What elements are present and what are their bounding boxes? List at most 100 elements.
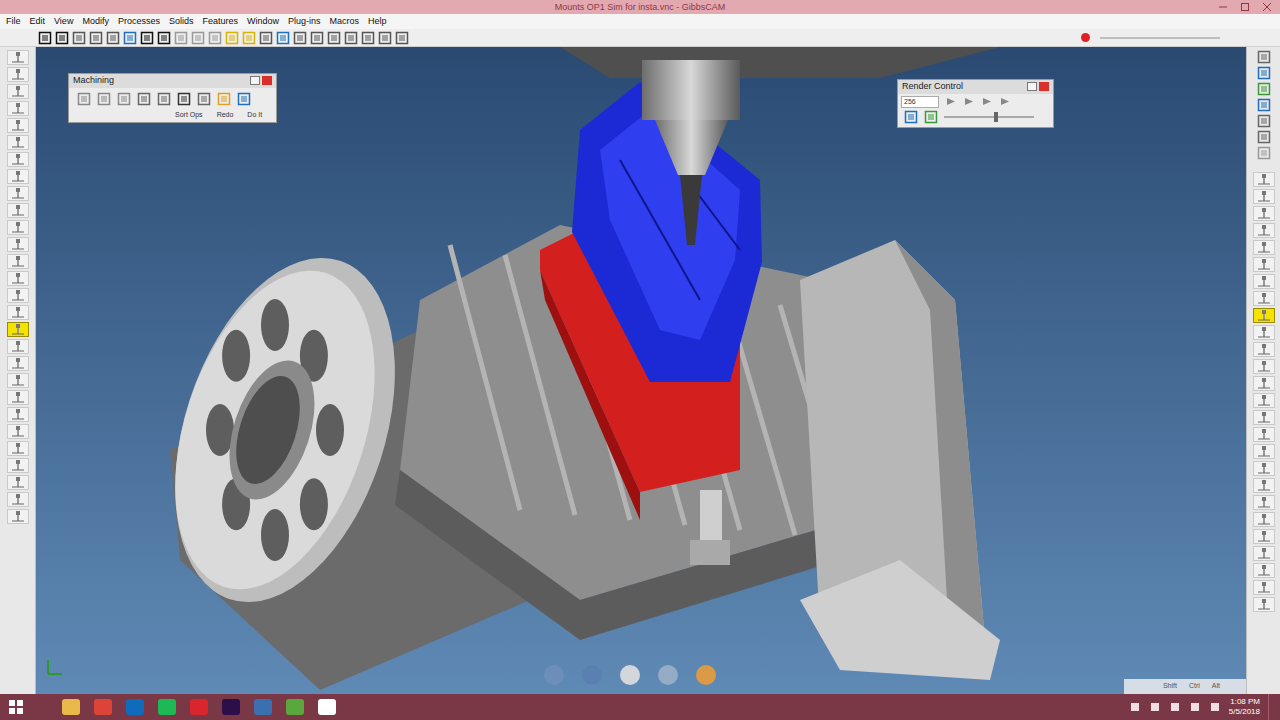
menu-item[interactable]: Help [368, 15, 387, 29]
show-desktop-button[interactable] [1268, 694, 1272, 720]
taskbar-app-icon[interactable] [92, 698, 114, 716]
taskbar-app-icon[interactable] [284, 698, 306, 716]
tool-item[interactable] [7, 339, 29, 354]
render-slider[interactable] [944, 116, 1034, 118]
tool-item[interactable] [7, 424, 29, 439]
taskbar-app-icon[interactable] [316, 698, 338, 716]
toolbar-icon[interactable] [174, 31, 188, 45]
tool-item[interactable] [1253, 461, 1275, 476]
operation-icon[interactable] [217, 92, 231, 106]
close-button[interactable] [262, 76, 272, 85]
view-icon[interactable] [1257, 50, 1271, 64]
view-icon[interactable] [1257, 66, 1271, 80]
hand-icon[interactable] [692, 662, 720, 688]
view-icon[interactable] [1257, 82, 1271, 96]
palette-title-bar[interactable]: Machining [69, 74, 276, 88]
menu-item[interactable]: File [6, 15, 21, 29]
toolbar-icon[interactable] [310, 31, 324, 45]
pan-arrow-icon[interactable] [654, 662, 682, 688]
toolbar-icon[interactable] [361, 31, 375, 45]
tool-item[interactable] [7, 407, 29, 422]
toolbar-icon[interactable] [106, 31, 120, 45]
toolbar-icon[interactable] [276, 31, 290, 45]
tool-item[interactable] [1253, 495, 1275, 510]
tool-item[interactable] [7, 118, 29, 133]
menu-item[interactable]: Window [247, 15, 279, 29]
taskbar-app-icon[interactable] [156, 698, 178, 716]
palette-button[interactable]: Redo [217, 110, 234, 121]
toolbar-icon[interactable] [293, 31, 307, 45]
home-icon[interactable] [616, 662, 644, 688]
tool-item[interactable] [7, 186, 29, 201]
operation-icon[interactable] [197, 92, 211, 106]
toolbar-icon[interactable] [259, 31, 273, 45]
tool-item[interactable] [7, 203, 29, 218]
tool-item[interactable] [7, 101, 29, 116]
tool-item[interactable] [1253, 274, 1275, 289]
tool-item[interactable] [7, 220, 29, 235]
tray-icon[interactable] [1129, 701, 1141, 713]
stop-icon[interactable] [945, 97, 957, 106]
tool-item[interactable] [7, 288, 29, 303]
toolbar-icon[interactable] [344, 31, 358, 45]
toolbar-icon[interactable] [242, 31, 256, 45]
palette-button[interactable]: Do It [247, 110, 262, 121]
taskbar-app-icon[interactable] [124, 698, 146, 716]
step-forward-icon[interactable] [999, 97, 1011, 106]
operation-icon[interactable] [77, 92, 91, 106]
operation-icon[interactable] [117, 92, 131, 106]
modifier-key[interactable]: Shift [1163, 681, 1177, 692]
tool-item[interactable] [1253, 512, 1275, 527]
close-icon[interactable] [1262, 0, 1272, 14]
toolbar-icon[interactable] [72, 31, 86, 45]
tool-item[interactable] [1253, 359, 1275, 374]
tool-item[interactable] [1253, 376, 1275, 391]
menu-item[interactable]: Edit [30, 15, 46, 29]
tray-icon[interactable] [1169, 701, 1181, 713]
tool-item[interactable] [1253, 325, 1275, 340]
taskbar-app-icon[interactable] [252, 698, 274, 716]
tool-item[interactable] [1253, 529, 1275, 544]
modifier-key[interactable]: Ctrl [1189, 681, 1200, 692]
tool-item[interactable] [7, 390, 29, 405]
graphics-viewport[interactable]: MachiningSort OpsRedoDo ItRender Control… [36, 47, 1246, 694]
operation-icon[interactable] [97, 92, 111, 106]
toolbar-icon[interactable] [123, 31, 137, 45]
toolbar-icon[interactable] [55, 31, 69, 45]
tool-item[interactable] [1253, 240, 1275, 255]
toolbar-icon[interactable] [378, 31, 392, 45]
machining-palette[interactable]: MachiningSort OpsRedoDo It [68, 73, 277, 123]
view-icon[interactable] [1257, 114, 1271, 128]
tool-item[interactable] [1253, 427, 1275, 442]
taskbar-app-icon[interactable] [188, 698, 210, 716]
toolbar-icon[interactable] [395, 31, 409, 45]
tray-icon[interactable] [1209, 701, 1221, 713]
toolbar-icon[interactable] [140, 31, 154, 45]
modifier-key[interactable]: Alt [1212, 681, 1220, 692]
tray-icon[interactable] [1149, 701, 1161, 713]
tool-item[interactable] [7, 509, 29, 524]
tool-item[interactable] [7, 237, 29, 252]
windows-start-icon[interactable] [8, 699, 24, 715]
tool-item[interactable] [1253, 410, 1275, 425]
operation-icon[interactable] [237, 92, 251, 106]
menu-item[interactable]: View [54, 15, 73, 29]
tool-item[interactable] [1253, 597, 1275, 612]
view-icon[interactable] [1257, 98, 1271, 112]
menu-item[interactable]: Plug-ins [288, 15, 321, 29]
tool-item[interactable] [1253, 223, 1275, 238]
title-bar[interactable]: Mounts OP1 Sim for insta.vnc - GibbsCAM [0, 0, 1280, 14]
toolbar-icon[interactable] [38, 31, 52, 45]
tool-item[interactable] [7, 356, 29, 371]
tool-item[interactable] [1253, 342, 1275, 357]
tool-item[interactable] [7, 373, 29, 388]
menu-item[interactable]: Solids [169, 15, 194, 29]
tool-item[interactable] [1253, 257, 1275, 272]
tool-item[interactable] [7, 152, 29, 167]
view-icon[interactable] [1257, 130, 1271, 144]
tool-item[interactable] [1253, 172, 1275, 187]
tool-item[interactable] [1253, 308, 1275, 323]
tool-item[interactable] [1253, 478, 1275, 493]
tool-item[interactable] [7, 441, 29, 456]
toolbar-slider[interactable] [1100, 37, 1220, 39]
